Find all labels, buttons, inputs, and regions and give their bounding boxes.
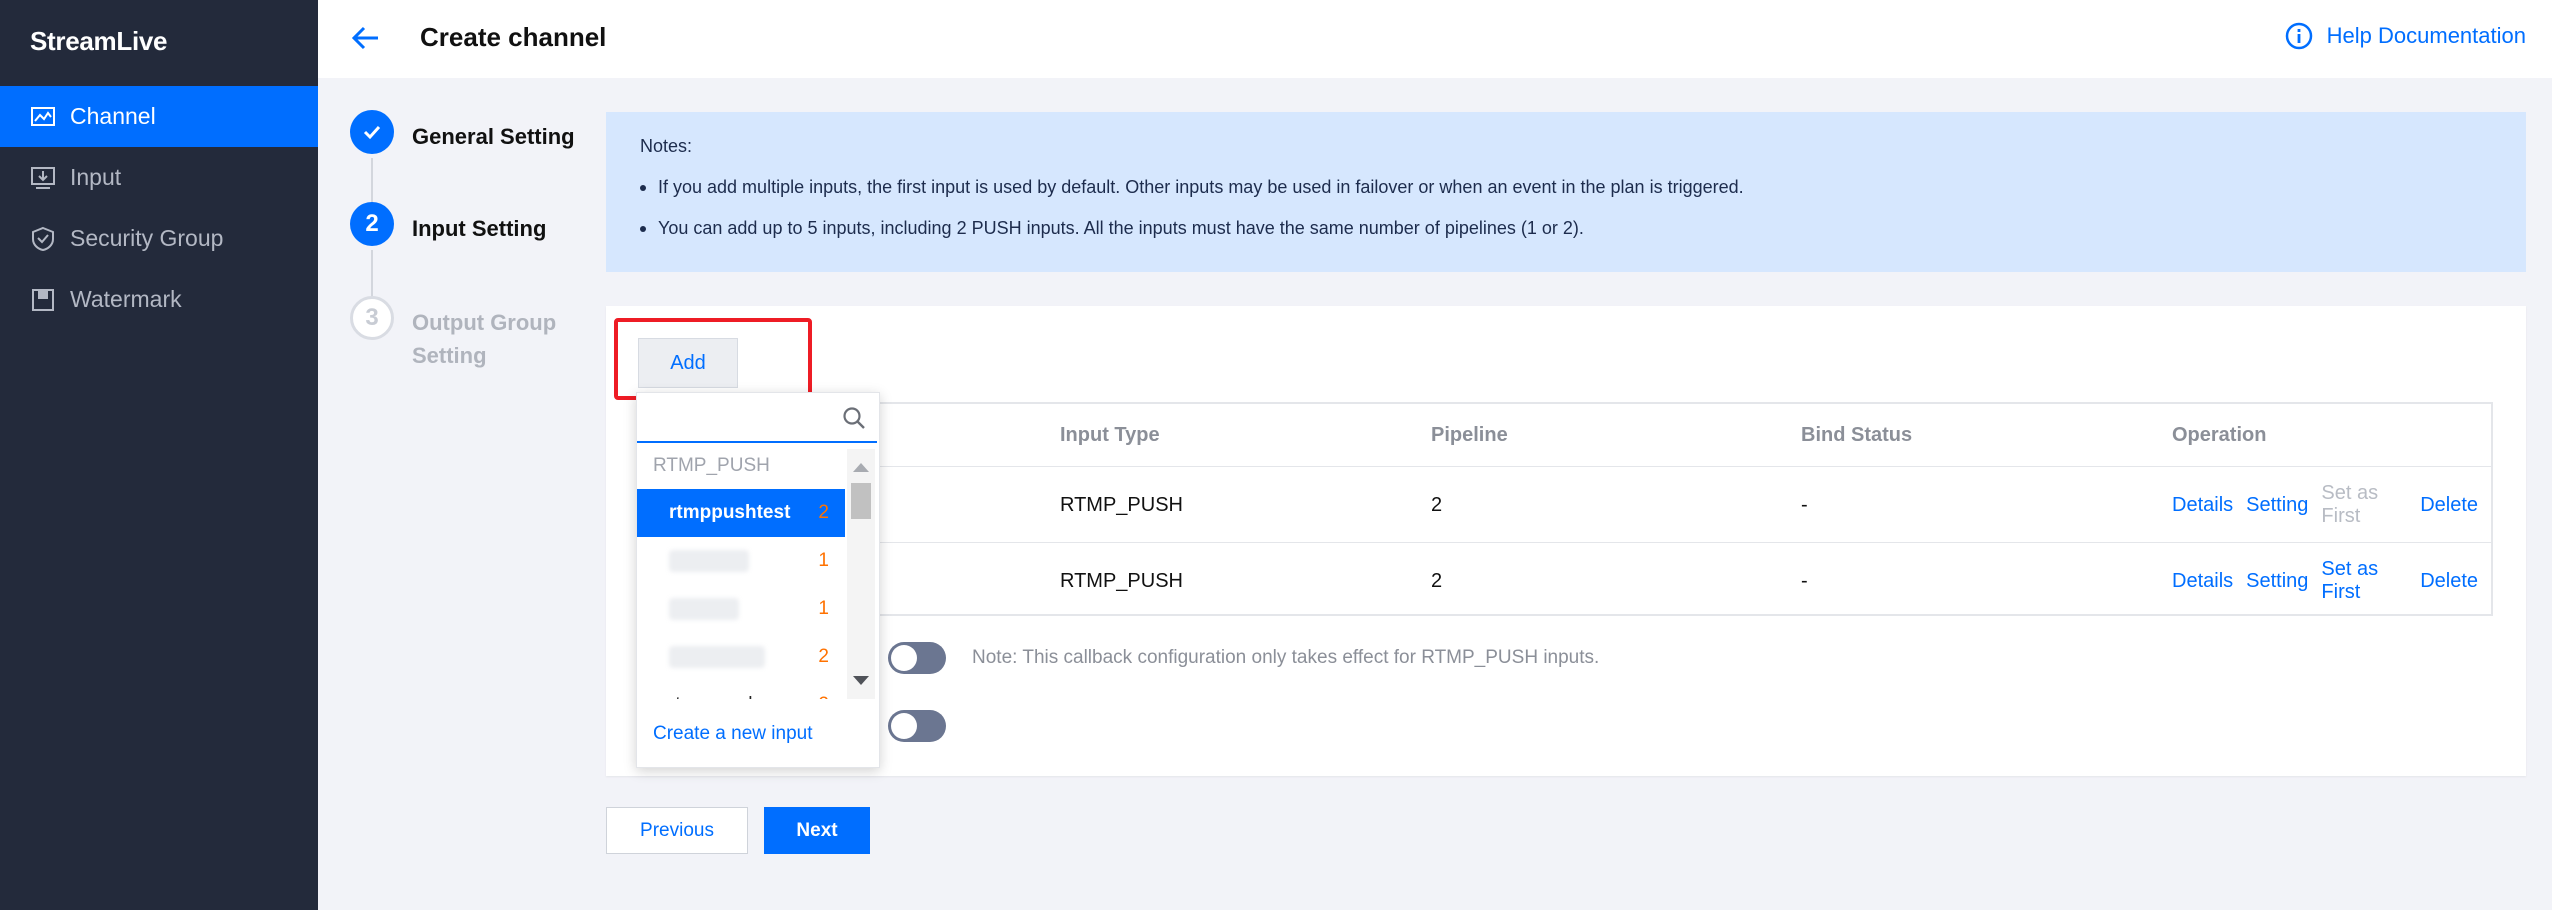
column-header-pipeline: Pipeline — [1431, 423, 1508, 446]
set-as-first-link[interactable]: Set as First — [2321, 558, 2407, 604]
add-button[interactable]: Add — [638, 338, 738, 388]
cell-input-type: RTMP_PUSH — [1060, 493, 1183, 516]
step-label: Input Setting — [412, 216, 547, 241]
dropdown-option[interactable]: rtmppushtest 2 — [637, 489, 845, 537]
back-arrow-icon[interactable] — [348, 20, 384, 56]
second-toggle[interactable] — [888, 710, 946, 742]
cell-bind-status: - — [1801, 493, 1808, 516]
help-documentation-link[interactable]: Help Documentation — [2285, 22, 2526, 50]
notes-item: You can add up to 5 inputs, including 2 … — [640, 218, 2492, 239]
delete-link[interactable]: Delete — [2420, 494, 2478, 517]
cell-operation: Details Setting Set as First Delete — [2172, 543, 2491, 619]
notes-title: Notes: — [640, 136, 693, 156]
sidebar-item-label: Input — [70, 164, 122, 190]
second-toggle-row — [888, 710, 946, 742]
callback-note: Note: This callback configuration only t… — [972, 647, 1600, 668]
input-select-dropdown: RTMP_PUSH rtmppushtest 2 1 1 2 rtmp_push… — [636, 392, 880, 768]
dropdown-scrollbar[interactable] — [847, 449, 875, 699]
notes-item: If you add multiple inputs, the first in… — [640, 177, 2492, 198]
sidebar: StreamLive Channel Input Security Group … — [0, 0, 318, 910]
sidebar-item-label: Watermark — [70, 286, 182, 312]
previous-button[interactable]: Previous — [606, 807, 748, 854]
notes-text: If you add multiple inputs, the first in… — [658, 177, 1744, 197]
scroll-down-icon[interactable] — [853, 676, 869, 685]
step-label: Output Group Setting — [412, 310, 557, 368]
dropdown-options: rtmppushtest 2 1 1 2 rtmp_push 2 — [637, 489, 845, 699]
input-icon — [30, 165, 56, 191]
option-count: 1 — [818, 550, 829, 571]
step-number: 3 — [350, 296, 394, 340]
callback-toggle-row: Note: This callback configuration only t… — [888, 642, 1599, 674]
step-number: 2 — [350, 202, 394, 246]
option-count: 1 — [818, 598, 829, 619]
shield-icon — [30, 226, 56, 252]
dropdown-option[interactable]: 1 — [637, 537, 845, 585]
scroll-up-icon[interactable] — [853, 463, 869, 472]
option-name: rtmppushtest — [669, 502, 791, 523]
sidebar-item-label: Security Group — [70, 225, 224, 251]
column-header-input-type: Input Type — [1060, 423, 1160, 446]
dropdown-group-label: RTMP_PUSH — [653, 455, 770, 476]
inputs-table: Input Type Pipeline Bind Status Operatio… — [638, 402, 2493, 616]
create-new-input-link[interactable]: Create a new input — [653, 723, 813, 745]
delete-link[interactable]: Delete — [2420, 570, 2478, 593]
next-button[interactable]: Next — [764, 807, 870, 854]
sidebar-item-channel[interactable]: Channel — [0, 86, 318, 147]
page-header: Create channel Help Documentation — [318, 0, 2552, 78]
redacted-name — [669, 646, 765, 668]
notes-banner: Notes: If you add multiple inputs, the f… — [606, 112, 2526, 272]
redacted-name — [669, 550, 749, 572]
sidebar-item-security-group[interactable]: Security Group — [0, 208, 318, 269]
step-label: General Setting — [412, 124, 575, 149]
cell-input-type: RTMP_PUSH — [1060, 569, 1183, 592]
info-icon — [2285, 22, 2312, 50]
input-card: Add Input Type Pipeline Bind Status Oper… — [606, 306, 2526, 776]
cell-bind-status: - — [1801, 569, 1808, 592]
sidebar-item-label: Channel — [70, 103, 156, 129]
search-icon — [843, 407, 865, 429]
column-header-operation: Operation — [2172, 423, 2267, 446]
step-connector — [371, 250, 373, 302]
callback-toggle[interactable] — [888, 642, 946, 674]
table-row: RTMP_PUSH 2 - Details Setting Set as Fir… — [640, 542, 2491, 618]
checkmark-icon — [350, 110, 394, 154]
option-name: rtmp_push — [669, 694, 759, 699]
redacted-name — [669, 598, 739, 620]
sidebar-nav: Channel Input Security Group Watermark — [0, 86, 318, 330]
option-count: 2 — [818, 694, 829, 699]
set-as-first-link: Set as First — [2321, 482, 2379, 527]
dropdown-option[interactable]: 1 — [637, 585, 845, 633]
step-input-setting: 2 Input Setting — [350, 202, 582, 246]
step-output-group-setting: 3 Output Group Setting — [350, 296, 582, 372]
cell-operation: Details Setting Set as First Delete — [2172, 467, 2491, 543]
column-header-bind-status: Bind Status — [1801, 423, 1913, 446]
details-link[interactable]: Details — [2172, 494, 2233, 517]
watermark-icon — [30, 287, 56, 313]
setting-link[interactable]: Setting — [2246, 570, 2308, 593]
page-title: Create channel — [420, 22, 607, 52]
step-general-setting: General Setting — [350, 110, 582, 154]
option-count: 2 — [818, 502, 829, 523]
dropdown-option[interactable]: 2 — [637, 633, 845, 681]
brand-logo: StreamLive — [30, 26, 168, 56]
notes-text: You can add up to 5 inputs, including 2 … — [658, 218, 1584, 238]
cell-pipeline: 2 — [1431, 569, 1443, 592]
scroll-thumb[interactable] — [851, 483, 871, 519]
option-count: 2 — [818, 646, 829, 667]
bullet-icon — [640, 184, 646, 191]
channel-icon — [30, 104, 56, 130]
help-label: Help Documentation — [2326, 23, 2526, 48]
sidebar-item-watermark[interactable]: Watermark — [0, 269, 318, 330]
cell-pipeline: 2 — [1431, 493, 1443, 516]
dropdown-option[interactable]: rtmp_push 2 — [637, 681, 845, 699]
bullet-icon — [640, 225, 646, 232]
details-link[interactable]: Details — [2172, 570, 2233, 593]
setting-link[interactable]: Setting — [2246, 494, 2308, 517]
sidebar-item-input[interactable]: Input — [0, 147, 318, 208]
table-row: RTMP_PUSH 2 - Details Setting Set as Fir… — [640, 466, 2491, 542]
dropdown-search-input[interactable] — [637, 393, 877, 443]
